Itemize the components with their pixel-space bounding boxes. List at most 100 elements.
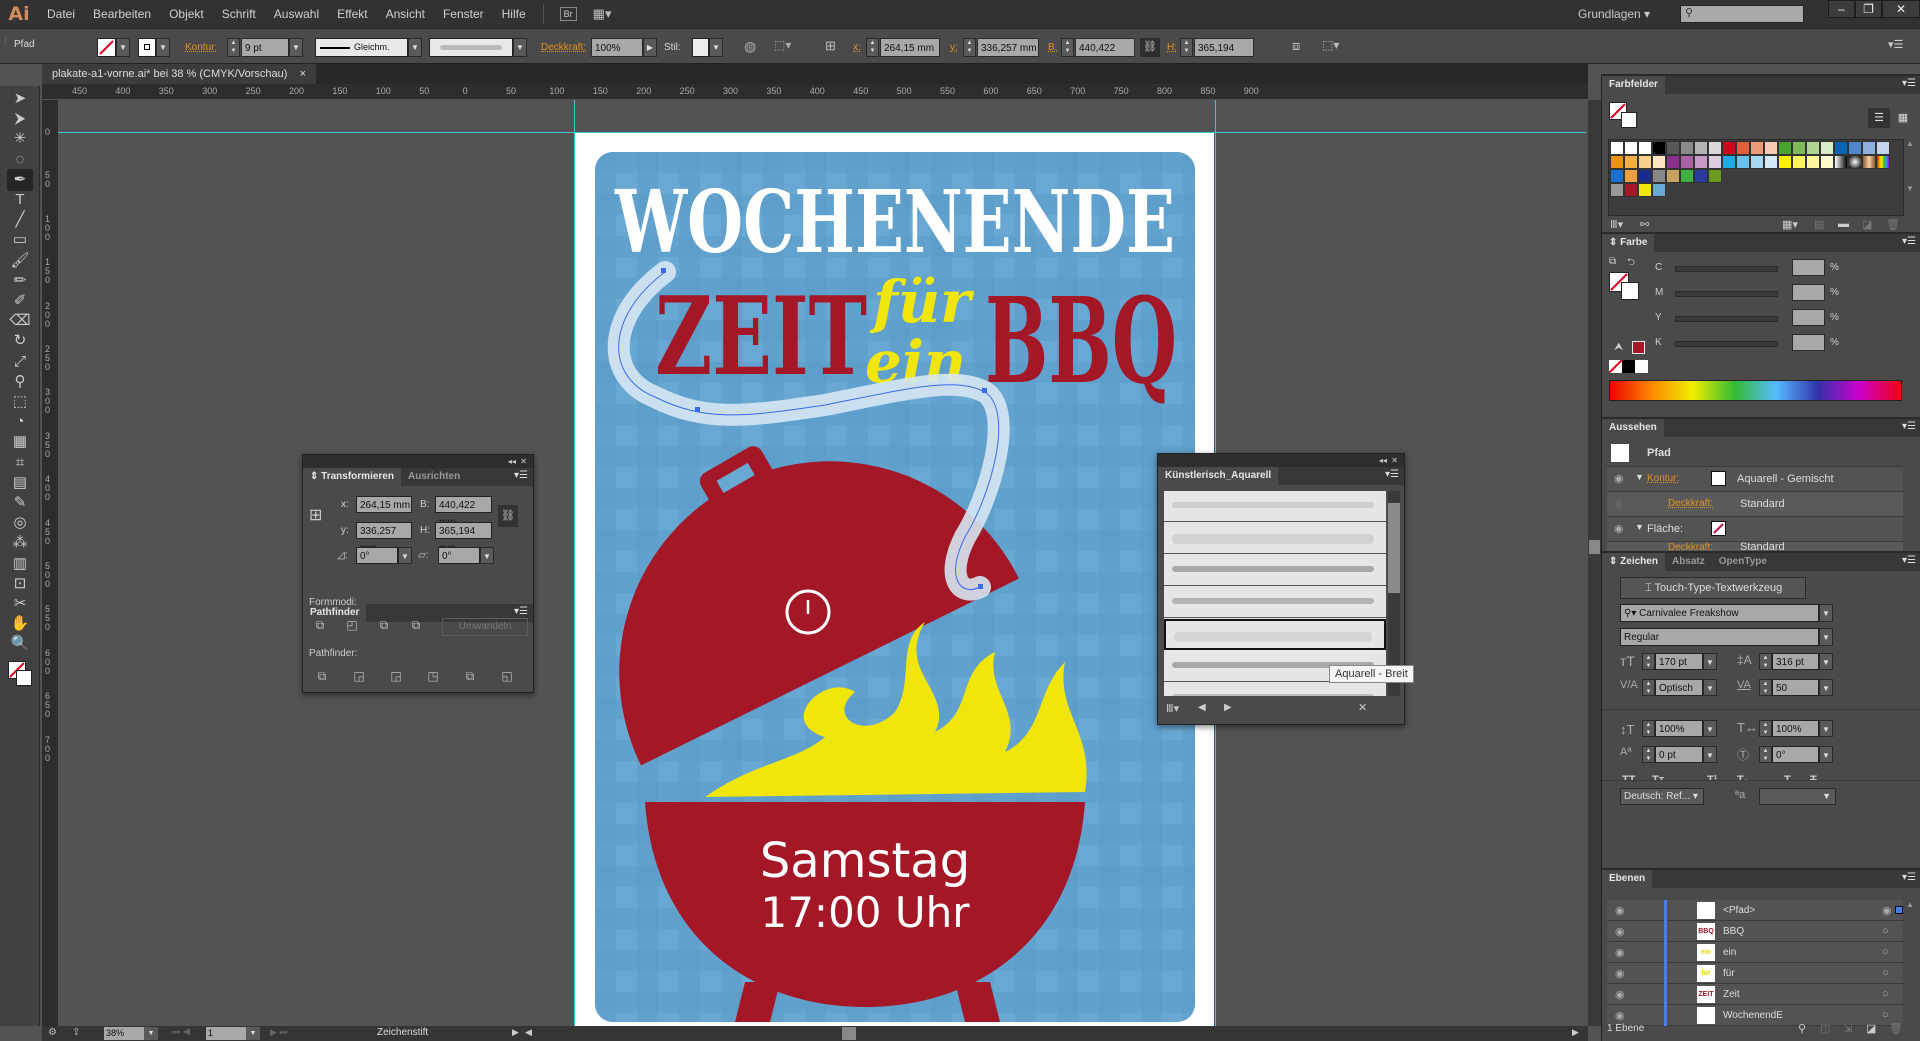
color-swatch[interactable]: [1806, 155, 1820, 169]
stroke-weight-input[interactable]: 9 pt: [241, 38, 289, 57]
mesh-tool[interactable]: ⌗: [7, 452, 33, 474]
color-swatch[interactable]: [1750, 141, 1764, 155]
variable-width-profile[interactable]: Gleichm.: [315, 38, 408, 57]
visibility-eye-icon[interactable]: ◉: [1615, 904, 1625, 917]
minus-front-icon[interactable]: ◰: [343, 618, 361, 634]
fill-dropdown[interactable]: ▼: [116, 38, 130, 57]
pattern-swatch[interactable]: [1694, 169, 1708, 183]
pen-tool[interactable]: ✒: [7, 168, 33, 191]
font-size-input[interactable]: 170 pt: [1655, 653, 1703, 670]
layer-row[interactable]: ◉ <Pfad> ◉: [1607, 900, 1903, 921]
color-swatch[interactable]: [1778, 155, 1792, 169]
document-color-swatch[interactable]: [1638, 183, 1652, 197]
h-input[interactable]: 365,194 mm: [1194, 38, 1254, 73]
eraser-tool[interactable]: ⌫: [7, 310, 33, 332]
fill-swatch[interactable]: [1711, 521, 1726, 536]
font-family-dropdown[interactable]: ▼: [1819, 604, 1833, 622]
appearance-object-row[interactable]: Pfad: [1607, 441, 1903, 467]
slice-tool[interactable]: ✂: [7, 593, 33, 615]
kerning-dropdown[interactable]: ▼: [1703, 679, 1717, 696]
layer-name[interactable]: ein: [1723, 947, 1736, 958]
eyedropper-tool[interactable]: ✎: [7, 492, 33, 514]
menu-hilfe[interactable]: Hilfe: [493, 0, 535, 28]
collapse-icon[interactable]: ◂◂: [1379, 456, 1387, 465]
black-input[interactable]: [1792, 334, 1825, 351]
transform-y-input[interactable]: 336,257 mm: [356, 522, 412, 554]
tracking-dropdown[interactable]: ▼: [1819, 679, 1833, 696]
lasso-tool[interactable]: ◌: [7, 149, 33, 171]
color-swatch[interactable]: [1820, 141, 1834, 155]
pencil-tool[interactable]: ✏: [7, 270, 33, 292]
blend-tool[interactable]: ◎: [7, 512, 33, 534]
color-swatch[interactable]: [1820, 155, 1834, 169]
stroke-label[interactable]: Kontur:: [185, 38, 217, 57]
artboard-dropdown[interactable]: ▼: [246, 1027, 260, 1040]
baseline-shift-stepper[interactable]: ▲ ▼: [1642, 746, 1655, 763]
artboard-nav-icon[interactable]: ⚙: [48, 1027, 57, 1038]
color-swatch[interactable]: [1652, 155, 1666, 169]
gradient-swatch[interactable]: [1876, 155, 1890, 169]
kerning-input[interactable]: Optisch: [1655, 679, 1703, 696]
stroke-weight-stepper[interactable]: ▲ ▼: [227, 38, 240, 57]
h-stepper[interactable]: ▲ ▼: [1180, 38, 1193, 57]
disclosure-triangle-icon[interactable]: ▼: [1635, 472, 1644, 482]
paintbrush-tool[interactable]: 🖌: [7, 250, 33, 272]
visibility-eye-icon[interactable]: ◉: [1614, 522, 1624, 535]
artboard-tool[interactable]: ⊡: [7, 573, 33, 595]
close-tab-icon[interactable]: ×: [300, 68, 306, 80]
direct-selection-tool[interactable]: ⮞: [7, 108, 33, 130]
vertical-scrollbar[interactable]: [1588, 100, 1601, 1026]
cyan-input[interactable]: [1792, 259, 1825, 276]
remove-brush-stroke-icon[interactable]: ✕: [1358, 701, 1367, 714]
panel-menu-icon[interactable]: ▾☰: [514, 470, 528, 481]
visibility-eye-icon[interactable]: ◉: [1615, 946, 1625, 959]
brush-item[interactable]: [1164, 587, 1386, 618]
tab-ebenen[interactable]: Ebenen: [1602, 870, 1653, 888]
color-swatch[interactable]: [1666, 155, 1680, 169]
anchor-point[interactable]: [695, 407, 700, 412]
delete-layer-icon[interactable]: 🗑: [1889, 1022, 1903, 1035]
x-stepper[interactable]: ▲ ▼: [866, 38, 879, 57]
pattern-swatch[interactable]: [1708, 169, 1722, 183]
transform-icon[interactable]: ⧈: [1292, 38, 1300, 57]
unite-icon[interactable]: ⧉: [311, 618, 329, 634]
panel-header[interactable]: ◂◂ ✕: [303, 455, 533, 468]
style-dropdown[interactable]: ▼: [709, 38, 723, 57]
close-panel-icon[interactable]: ✕: [1391, 456, 1398, 465]
visibility-eye-icon[interactable]: ◉: [1614, 472, 1624, 485]
color-swatch[interactable]: [1638, 155, 1652, 169]
panel-header[interactable]: ◂◂ ✕: [1158, 454, 1404, 467]
gradient-swatch[interactable]: [1862, 155, 1876, 169]
color-group-folder[interactable]: [1610, 183, 1624, 197]
color-swatch[interactable]: [1834, 141, 1848, 155]
color-swatch[interactable]: [1764, 155, 1778, 169]
visibility-eye-icon[interactable]: ◉: [1615, 967, 1625, 980]
divide-icon[interactable]: ⧉: [313, 669, 331, 685]
cyan-slider[interactable]: [1675, 266, 1778, 272]
create-sublayer-icon[interactable]: ⇲: [1843, 1022, 1852, 1035]
color-swatch[interactable]: [1806, 141, 1820, 155]
anchor-point[interactable]: [978, 584, 983, 589]
font-style-input[interactable]: Regular: [1620, 628, 1819, 646]
scale-tool[interactable]: ⤢: [7, 351, 33, 373]
graphic-style-swatch[interactable]: [692, 38, 709, 57]
crop-icon[interactable]: ◳: [424, 669, 442, 685]
menu-objekt[interactable]: Objekt: [160, 0, 213, 28]
color-swatch[interactable]: [1680, 155, 1694, 169]
pattern-swatch[interactable]: [1652, 169, 1666, 183]
black-slider[interactable]: [1675, 341, 1778, 347]
color-swatch[interactable]: [1708, 141, 1722, 155]
selection-tool[interactable]: ➤: [7, 88, 33, 110]
gradient-swatch[interactable]: [1848, 155, 1862, 169]
panel-menu-icon[interactable]: ▾☰: [514, 606, 528, 617]
horizontal-scrollbar-thumb[interactable]: [842, 1027, 856, 1040]
puppet-warp-tool[interactable]: ⚲: [7, 371, 33, 393]
stroke-swatch[interactable]: [138, 38, 156, 57]
trim-icon[interactable]: ◲: [350, 669, 368, 685]
document-color-swatch[interactable]: [1624, 183, 1638, 197]
merge-icon[interactable]: ◲: [387, 669, 405, 685]
recolor-artwork-icon[interactable]: ◍: [744, 38, 756, 57]
scroll-right-icon[interactable]: ▶: [1572, 1027, 1579, 1038]
show-kind-menu-icon[interactable]: ▦▾: [1782, 218, 1798, 231]
brush-dropdown[interactable]: ▼: [513, 38, 527, 57]
